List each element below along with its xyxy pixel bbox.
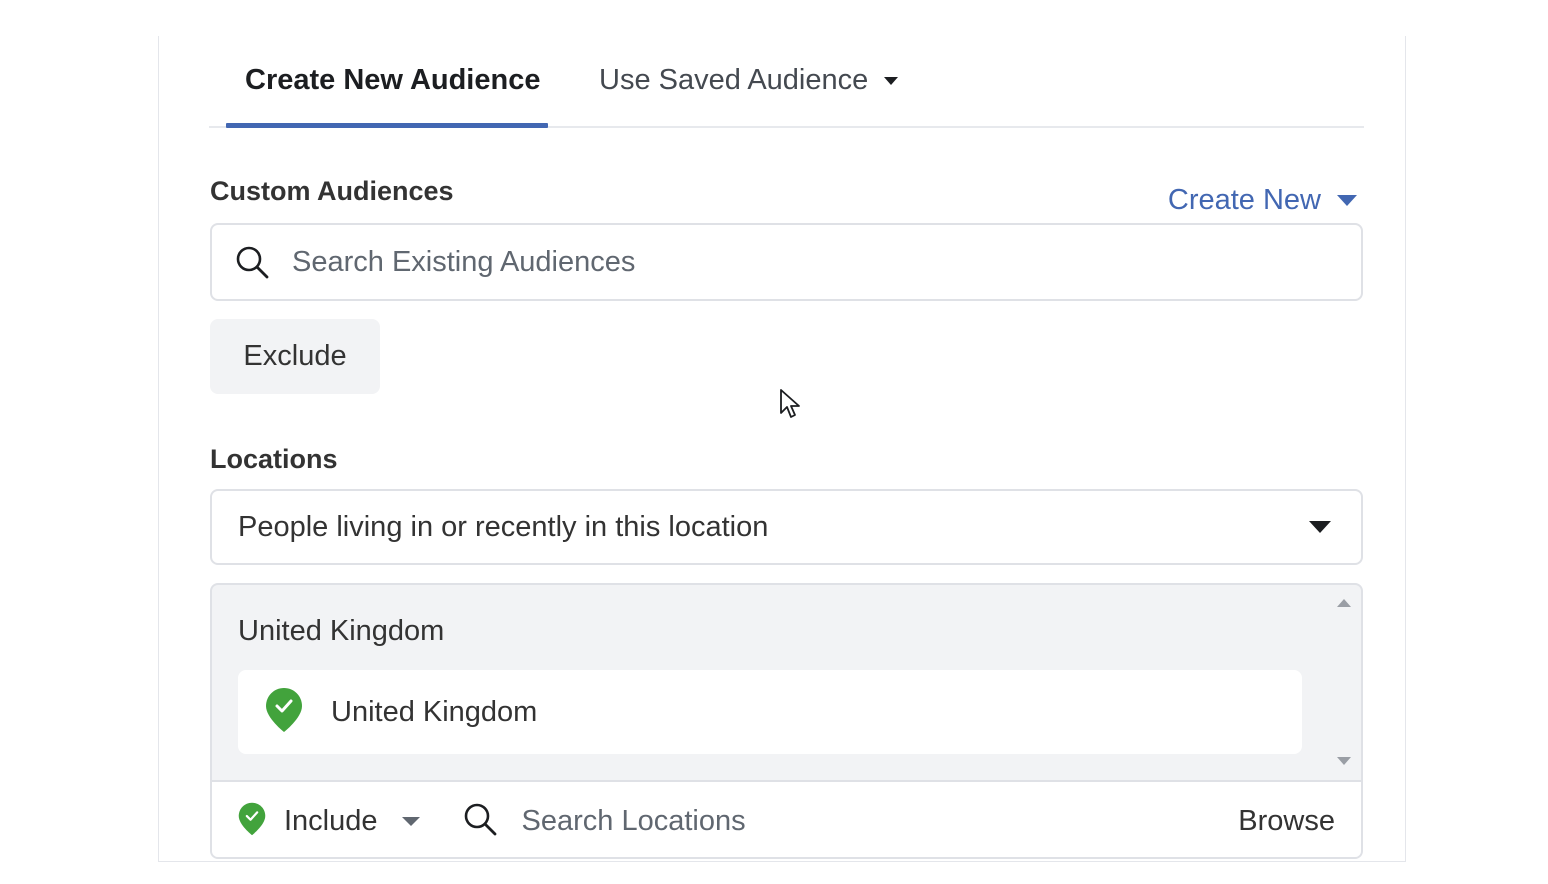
search-locations-input[interactable]: Search Locations [462, 801, 1239, 842]
chevron-down-icon [401, 817, 420, 826]
list-item[interactable]: United Kingdom [238, 670, 1302, 754]
search-icon [212, 244, 292, 280]
tab-use-saved-label: Use Saved Audience [599, 64, 869, 96]
location-group-label: United Kingdom [238, 615, 445, 647]
location-name: United Kingdom [331, 695, 538, 728]
include-dropdown[interactable]: Include [238, 802, 420, 841]
location-type-select[interactable]: People living in or recently in this loc… [210, 489, 1363, 565]
create-new-label: Create New [1167, 184, 1321, 216]
audience-tabs: Create New Audience Use Saved Audience [209, 36, 1364, 128]
caret-down-icon [1337, 195, 1357, 206]
browse-button[interactable]: Browse [1238, 805, 1335, 838]
search-icon [462, 801, 498, 842]
location-search-bar: Include Search Locations Browse [212, 780, 1361, 857]
chevron-down-icon [1309, 521, 1331, 533]
tab-create-new-audience[interactable]: Create New Audience [245, 64, 540, 97]
include-label: Include [284, 805, 378, 837]
exclude-button[interactable]: Exclude [210, 319, 380, 394]
locations-title: Locations [210, 444, 338, 474]
selected-locations-list: United Kingdom United Kingdom Include Se… [210, 583, 1363, 859]
search-audiences-input[interactable]: Search Existing Audiences [210, 223, 1363, 301]
location-type-value: People living in or recently in this loc… [238, 510, 769, 543]
active-tab-indicator [226, 123, 548, 128]
search-audiences-placeholder: Search Existing Audiences [292, 245, 636, 278]
mouse-cursor-icon [779, 388, 801, 425]
location-pin-check-icon [238, 802, 266, 841]
scroll-up-icon[interactable] [1337, 599, 1351, 607]
location-pin-check-icon [265, 687, 303, 738]
audience-panel: Create New Audience Use Saved Audience C… [158, 36, 1406, 862]
tab-use-saved-audience[interactable]: Use Saved Audience [599, 64, 899, 97]
scroll-down-icon[interactable] [1337, 757, 1351, 765]
custom-audiences-title: Custom Audiences [210, 176, 454, 206]
create-new-dropdown[interactable]: Create New [1168, 184, 1357, 217]
chevron-down-icon [884, 76, 899, 85]
search-locations-placeholder: Search Locations [521, 805, 746, 837]
